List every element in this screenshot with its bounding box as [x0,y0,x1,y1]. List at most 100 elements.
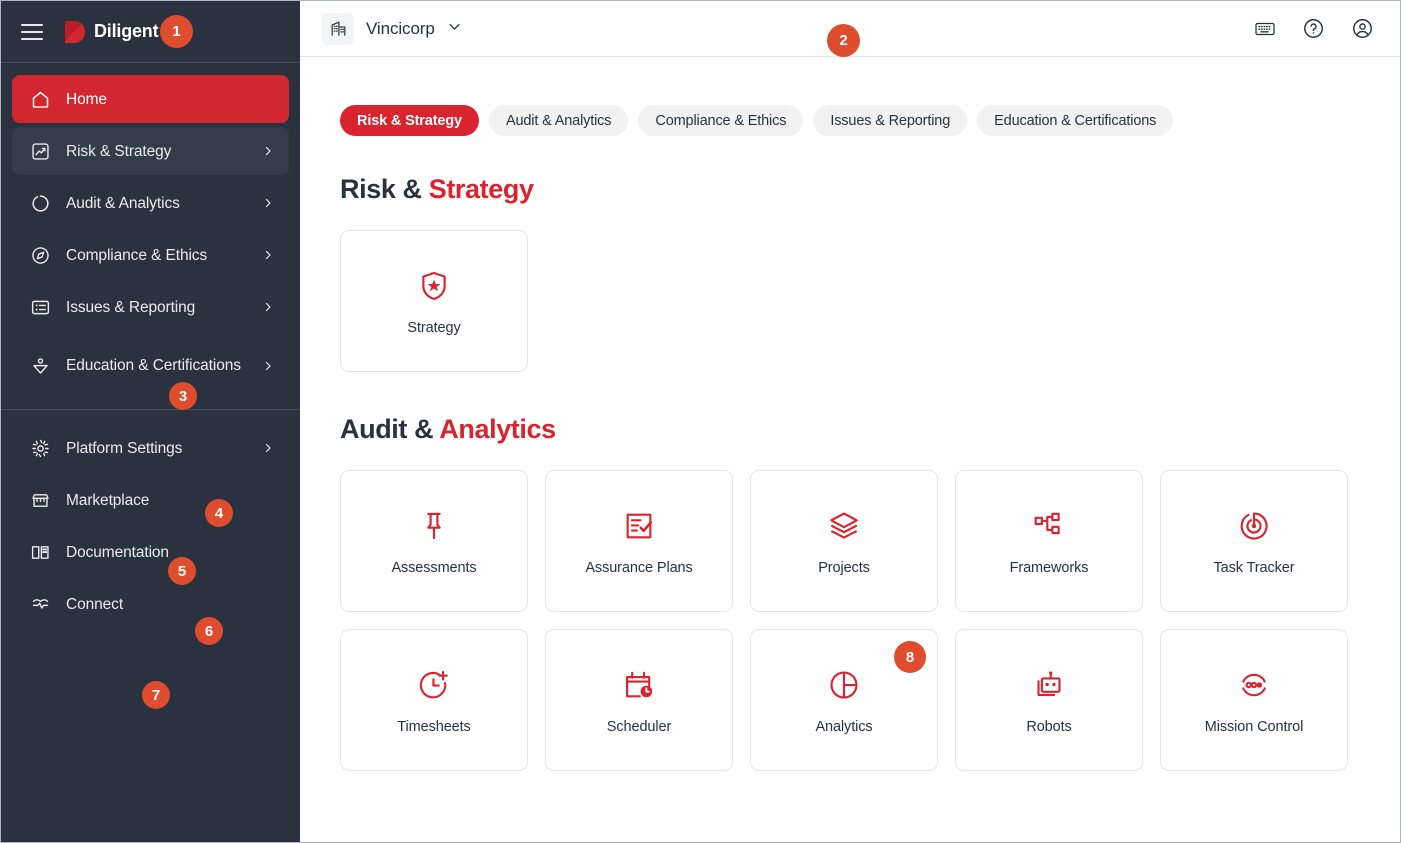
mission-control-icon [1237,665,1271,705]
sidebar-item-issues-reporting[interactable]: Issues & Reporting [12,283,289,331]
main-area: Vincicorp 2 Risk & Strategy Audit & Anal… [300,1,1400,842]
store-icon [28,488,52,512]
sidebar-secondary-nav: Platform Settings Marketplace Documentat… [1,409,300,632]
connect-pulse-icon [28,592,52,616]
card-scheduler[interactable]: Scheduler [545,629,733,771]
sidebar-brand-bar: Diligent [1,1,300,63]
annotation-badge-8: 8 [894,641,926,673]
annotation-badge-2: 2 [827,23,860,57]
tab-risk-strategy[interactable]: Risk & Strategy [340,105,479,136]
card-robots[interactable]: Robots [955,629,1143,771]
card-mission-control[interactable]: Mission Control [1160,629,1348,771]
card-label: Frameworks [1009,560,1089,576]
tab-audit-analytics[interactable]: Audit & Analytics [488,105,629,136]
card-label: Assurance Plans [585,560,693,576]
hamburger-icon[interactable] [21,23,43,40]
sidebar-item-connect[interactable]: Connect [12,580,289,628]
app-window: Diligent Home Risk & Strategy Audit & An… [0,0,1401,843]
section-title-accent: Strategy [428,174,534,204]
chevron-right-icon [261,442,275,454]
card-projects[interactable]: Projects [750,470,938,612]
sidebar-item-label: Compliance & Ethics [66,246,208,264]
card-label: Assessments [391,560,477,576]
card-analytics[interactable]: Analytics 8 [750,629,938,771]
chevron-right-icon [261,197,275,209]
hierarchy-icon [1032,506,1066,546]
section-title: Audit & Analytics [340,414,1400,445]
org-selector[interactable]: Vincicorp 2 [322,12,860,57]
chevron-down-icon[interactable] [447,19,462,39]
section-title-prefix: Risk & [340,174,429,204]
help-icon[interactable] [1302,17,1325,40]
category-tabs: Risk & Strategy Audit & Analytics Compli… [340,105,1400,136]
home-icon [28,87,52,111]
card-label: Projects [818,560,870,576]
section-title-prefix: Audit & [340,414,440,444]
sidebar-primary-nav: Home Risk & Strategy Audit & Analytics C… [1,63,300,401]
card-strategy[interactable]: Strategy [340,230,528,372]
circle-dashed-icon [28,191,52,215]
chevron-right-icon [261,145,275,157]
tab-compliance-ethics[interactable]: Compliance & Ethics [638,105,804,136]
pin-icon [417,506,451,546]
top-bar-actions [1254,17,1374,40]
sidebar-item-label: Platform Settings [66,439,183,457]
sidebar-item-audit-analytics[interactable]: Audit & Analytics [12,179,289,227]
tab-issues-reporting[interactable]: Issues & Reporting [813,105,968,136]
graduation-icon [28,354,52,378]
sidebar-item-marketplace[interactable]: Marketplace [12,476,289,524]
keyboard-shortcuts-icon[interactable] [1254,18,1276,40]
card-label: Robots [1026,719,1072,735]
sidebar-item-compliance-ethics[interactable]: Compliance & Ethics [12,231,289,279]
chevron-right-icon [261,301,275,313]
chevron-right-icon [261,249,275,261]
card-grid: Assessments Assurance Plans Projects Fra… [340,470,1400,771]
sidebar-item-documentation[interactable]: Documentation [12,528,289,576]
sidebar: Diligent Home Risk & Strategy Audit & An… [1,1,300,842]
card-assurance-plans[interactable]: Assurance Plans [545,470,733,612]
brand-name: Diligent [94,21,159,41]
sidebar-item-risk-strategy[interactable]: Risk & Strategy [12,127,289,175]
sidebar-item-label: Connect [66,595,124,613]
sidebar-item-platform-settings[interactable]: Platform Settings [12,424,289,472]
card-task-tracker[interactable]: Task Tracker [1160,470,1348,612]
sidebar-item-label: Home [66,90,107,108]
sidebar-item-label: Audit & Analytics [66,194,180,212]
account-icon[interactable] [1351,17,1374,40]
card-label: Strategy [407,320,461,336]
section-risk-strategy: Risk & Strategy Strategy [340,174,1400,372]
building-icon [322,12,354,45]
pie-chart-icon [827,665,861,705]
card-label: Mission Control [1204,719,1304,735]
radar-target-icon [1237,506,1271,546]
card-label: Task Tracker [1213,560,1295,576]
robot-icon [1032,665,1066,705]
card-assessments[interactable]: Assessments [340,470,528,612]
sidebar-item-home[interactable]: Home [12,75,289,123]
clock-plus-icon [417,665,451,705]
layers-icon [827,506,861,546]
card-frameworks[interactable]: Frameworks [955,470,1143,612]
diligent-logo[interactable]: Diligent [65,20,159,44]
card-grid: Strategy [340,230,1400,372]
sidebar-item-label: Issues & Reporting [66,298,196,316]
gear-icon [28,436,52,460]
tab-education-certifications[interactable]: Education & Certifications [977,105,1174,136]
card-timesheets[interactable]: Timesheets [340,629,528,771]
top-bar: Vincicorp 2 [300,1,1400,57]
card-label: Timesheets [397,719,471,735]
calendar-clock-icon [622,665,656,705]
card-label: Analytics [815,719,873,735]
sidebar-item-label: Documentation [66,543,169,561]
card-label: Scheduler [606,719,672,735]
section-title-accent: Analytics [439,414,556,444]
content-scroll-area[interactable]: Risk & Strategy Audit & Analytics Compli… [300,57,1400,842]
book-icon [28,540,52,564]
sidebar-item-label: Risk & Strategy [66,142,172,160]
section-title: Risk & Strategy [340,174,1400,205]
sidebar-item-education-certifications[interactable]: Education & Certifications [12,335,289,397]
org-name: Vincicorp [366,18,435,38]
chart-line-icon [28,139,52,163]
section-audit-analytics: Audit & Analytics Assessments Assurance … [340,414,1400,771]
diligent-logo-icon [65,20,85,43]
